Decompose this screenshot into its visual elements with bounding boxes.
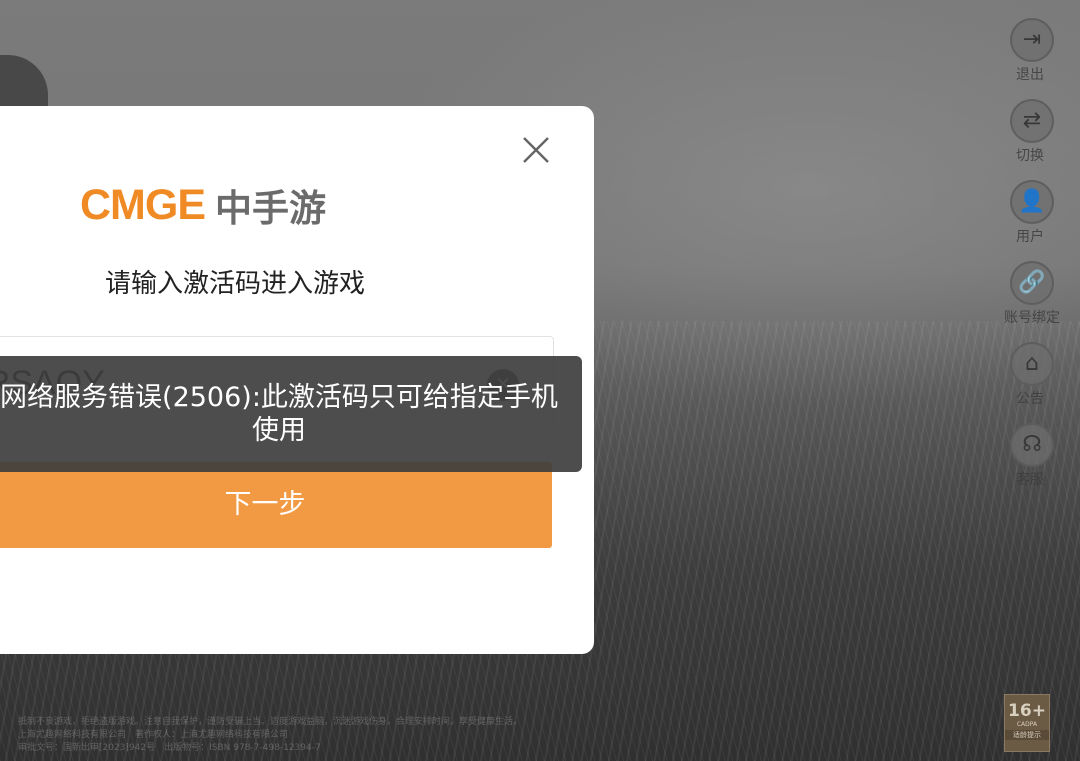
age-rating-badge[interactable]: 16+ CADPA 适龄提示 xyxy=(1004,694,1050,752)
age-rating: 16+ xyxy=(1008,701,1046,721)
exit-icon: ⇥ xyxy=(1010,18,1054,62)
logo-text-cn: 中手游 xyxy=(215,187,326,230)
close-icon xyxy=(523,137,549,163)
logo-text-en: CMGE xyxy=(80,180,206,229)
headset-icon: ☊ xyxy=(1010,423,1054,467)
side-menu: ⇥ 退出 ⇄ 切换 👤 用户 🔗 账号绑定 ⌂ 公告 ☊ 客服 xyxy=(1004,18,1080,504)
announcement-icon: ⌂ xyxy=(1010,342,1054,386)
error-toast: 网络服务错误(2506):此激活码只可给指定手机使用 xyxy=(0,356,582,472)
age-tip-label: 适龄提示 xyxy=(1005,730,1049,740)
side-item-label: 退出 xyxy=(1016,67,1044,83)
link-icon: 🔗 xyxy=(1010,261,1054,305)
cmge-logo: CMGE 中手游 xyxy=(80,180,326,231)
side-item-announcement[interactable]: ⌂ 公告 xyxy=(1004,342,1080,423)
next-step-button[interactable]: 下一步 xyxy=(0,462,552,548)
footer-notice-line-2: 上海尤趣网络科技有限公司 著作权人：上海尤趣网络科技有限公司 xyxy=(0,730,289,740)
side-item-label: 客服 xyxy=(1016,472,1044,488)
side-item-switch[interactable]: ⇄ 切换 xyxy=(1004,99,1080,180)
footer-notice-line-3: 审批文号：国新出审[2023]942号 出版物号：ISBN 978-7-498-… xyxy=(0,743,321,753)
error-toast-message: 网络服务错误(2506):此激活码只可给指定手机使用 xyxy=(0,382,558,446)
switch-icon: ⇄ xyxy=(1010,99,1054,143)
side-item-label: 账号绑定 xyxy=(1004,310,1060,326)
user-icon: 👤 xyxy=(1010,180,1054,224)
side-item-customer-service[interactable]: ☊ 客服 xyxy=(1004,423,1080,504)
close-button[interactable] xyxy=(518,132,554,168)
side-item-label: 切换 xyxy=(1016,148,1044,164)
footer-notice-line-1: 抵制不良游戏，拒绝盗版游戏。注意自我保护，谨防受骗上当。适度游戏益脑，沉迷游戏伤… xyxy=(0,717,523,727)
side-item-exit[interactable]: ⇥ 退出 xyxy=(1004,18,1080,99)
rating-org: CADPA xyxy=(1016,721,1038,728)
side-item-account-binding[interactable]: 🔗 账号绑定 xyxy=(1004,261,1080,342)
side-item-label: 用户 xyxy=(1016,229,1044,245)
side-item-label: 公告 xyxy=(1016,391,1044,407)
side-item-user[interactable]: 👤 用户 xyxy=(1004,180,1080,261)
activation-prompt: 请输入激活码进入游戏 xyxy=(104,269,365,299)
